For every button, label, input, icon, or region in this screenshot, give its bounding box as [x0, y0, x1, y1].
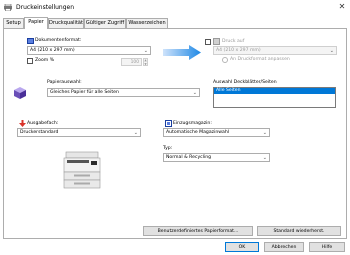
zoom-stepper[interactable]: ▲ ▼ [143, 58, 148, 66]
tab-wasserzeichen[interactable]: Wasserzeichen [126, 18, 168, 28]
close-button[interactable]: ✕ [337, 2, 347, 12]
print-on-checkbox[interactable] [205, 39, 211, 45]
ok-button[interactable]: OK [225, 242, 259, 252]
cover-selection-list[interactable]: Alle Seiten [213, 87, 336, 108]
tab-setup[interactable]: Setup [3, 18, 24, 28]
input-tray-label: Einzugsmagazin: [173, 121, 212, 126]
tab-papier[interactable]: Papier [24, 17, 48, 29]
printer-image [63, 151, 101, 189]
restore-defaults-button[interactable]: Standard wiederherst. [257, 226, 341, 236]
paper-type-label: Typ: [163, 146, 173, 151]
chevron-down-icon: ⌄ [262, 130, 267, 136]
tab-druckqualitaet[interactable]: Druckqualität [48, 18, 84, 28]
fit-label: An Druckformat anpassen [230, 57, 290, 62]
paper-selection-select[interactable]: Gleiches Papier für alle Seiten ⌄ [47, 88, 200, 97]
paper-selection-value: Gleiches Papier für alle Seiten [50, 90, 119, 95]
document-format-label: Dokumentenformat: [35, 38, 82, 43]
output-tray-select[interactable]: Druckerstandard ⌄ [17, 128, 141, 137]
fit-radio[interactable] [222, 57, 228, 63]
document-format-icon [27, 38, 34, 44]
paper-type-select[interactable]: Normal & Recycling ⌄ [163, 153, 270, 162]
title-bar: Druckeinstellungen ✕ [0, 0, 350, 16]
zoom-checkbox[interactable] [27, 58, 33, 64]
custom-paper-size-button[interactable]: Benutzerdefiniertes Papierformat... [143, 226, 253, 236]
close-icon: ✕ [338, 2, 346, 11]
chevron-down-icon: ⌄ [329, 48, 334, 54]
printer-icon [4, 4, 12, 11]
print-on-value: A4 (210 x 297 mm) [216, 48, 261, 53]
zoom-label: Zoom % [35, 58, 55, 63]
arrow-right-icon [163, 45, 201, 60]
zoom-input[interactable]: 100 [121, 58, 142, 66]
cube-icon [14, 87, 26, 99]
print-on-select[interactable]: A4 (210 x 297 mm) ⌄ [213, 46, 337, 55]
input-tray-select[interactable]: Automatische Magazinwahl ⌄ [163, 128, 270, 137]
document-format-select[interactable]: A4 (210 x 297 mm) ⌄ [27, 46, 151, 55]
list-item[interactable]: Alle Seiten [214, 88, 335, 94]
output-tray-arrow-icon [19, 120, 26, 127]
output-tray-value: Druckerstandard [20, 130, 59, 135]
output-tray-label: Ausgabefach: [27, 121, 59, 126]
paper-type-value: Normal & Recycling [166, 155, 212, 160]
chevron-down-icon: ⌄ [143, 48, 148, 54]
help-button[interactable]: Hilfe [309, 242, 345, 252]
cancel-button[interactable]: Abbrechen [264, 242, 304, 252]
chevron-down-icon: ⌄ [192, 90, 197, 96]
tab-gueltiger-zugriff[interactable]: Gültiger Zugriff [84, 18, 126, 28]
window-title: Druckeinstellungen [16, 4, 75, 11]
print-on-label: Druck auf [222, 39, 245, 44]
paper-selection-label: Papierauswahl: [47, 80, 82, 85]
print-on-icon [213, 38, 220, 45]
input-tray-icon [165, 120, 172, 127]
cover-selection-label: Auswahl Deckblätter/Seiten [213, 80, 277, 85]
chevron-down-icon: ⌄ [133, 130, 138, 136]
document-format-value: A4 (210 x 297 mm) [30, 48, 75, 53]
input-tray-value: Automatische Magazinwahl [166, 130, 230, 135]
chevron-down-icon: ⌄ [262, 155, 267, 161]
